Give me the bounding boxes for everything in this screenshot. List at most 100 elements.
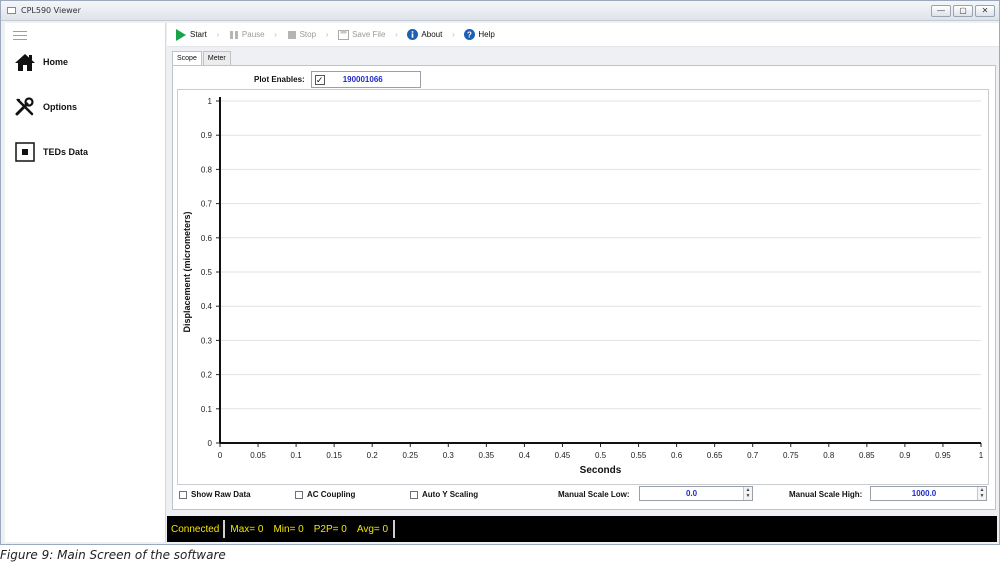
stop-icon: [287, 30, 296, 39]
help-button[interactable]: ? Help: [462, 26, 496, 44]
tab-bar: Scope Meter: [172, 51, 232, 65]
manual-scale-low-value: 0.0: [685, 489, 698, 498]
x-tick-label: 0.7: [747, 451, 759, 460]
plot-enable-value: 190001066: [342, 75, 383, 84]
tab-meter[interactable]: Meter: [202, 51, 231, 65]
manual-scale-low-input[interactable]: 0.0 ▲ ▼: [639, 486, 753, 501]
x-tick-label: 0.05: [250, 451, 266, 460]
help-label: Help: [478, 30, 495, 39]
y-tick-label: 0.1: [201, 405, 213, 414]
x-tick-label: 0: [218, 451, 223, 460]
ac-coupling-checkbox[interactable]: [295, 490, 303, 499]
x-tick-label: 0.3: [443, 451, 455, 460]
toolbar-separator: ›: [395, 30, 398, 39]
stop-button[interactable]: Stop: [285, 26, 318, 44]
sidebar: Home Options TEDs Data: [5, 23, 166, 542]
ac-coupling-label: AC Coupling: [307, 490, 356, 499]
pause-label: Pause: [241, 30, 265, 39]
app-window: CPL590 Viewer — ▢ ✕ Home Options TEDs Da…: [0, 0, 1000, 545]
maximize-button[interactable]: ▢: [953, 5, 973, 17]
manual-scale-high-input[interactable]: 1000.0 ▲ ▼: [870, 486, 987, 501]
x-tick-label: 0.95: [935, 451, 951, 460]
x-tick-label: 0.6: [671, 451, 683, 460]
x-tick-label: 0.8: [823, 451, 835, 460]
status-divider: [393, 520, 396, 538]
scope-chart[interactable]: 0 0.1 0.2 0.3 0.4 0.5 0.6 0.7 0.8 0.9 1 0 0.05 0.1 0.1…: [177, 89, 989, 485]
y-axis-label: Displacement (micrometers): [182, 211, 192, 332]
y-tick-label: 0.6: [201, 234, 213, 243]
x-tick-label: 0.45: [555, 451, 571, 460]
title-bar[interactable]: CPL590 Viewer — ▢ ✕: [1, 1, 999, 21]
y-tick-label: 0.8: [201, 165, 213, 174]
sidebar-item-label: TEDs Data: [43, 147, 89, 157]
window-controls: — ▢ ✕: [931, 5, 995, 17]
window-title: CPL590 Viewer: [21, 6, 81, 15]
show-raw-data-label: Show Raw Data: [191, 490, 251, 499]
show-raw-data-option[interactable]: Show Raw Data: [179, 490, 251, 499]
minimize-button[interactable]: —: [931, 5, 951, 17]
x-axis-label: Seconds: [580, 465, 622, 476]
x-tick-label: 0.75: [783, 451, 799, 460]
plot-enables-field[interactable]: ✓ 190001066: [310, 71, 421, 88]
manual-scale-high-label: Manual Scale High:: [789, 490, 863, 499]
x-tick-label: 0.65: [707, 451, 723, 460]
close-button[interactable]: ✕: [975, 5, 995, 17]
status-bar: Connected Max= 0 Min= 0 P2P= 0 Avg= 0: [167, 516, 997, 542]
start-button[interactable]: Start: [173, 26, 209, 44]
x-tick-label: 0.85: [859, 451, 875, 460]
y-tick-label: 0: [208, 439, 213, 448]
stop-label: Stop: [299, 30, 317, 39]
avg-stat: Avg= 0: [356, 523, 389, 535]
toolbar: Start › Pause › Stop › Save File › About…: [167, 23, 999, 47]
start-label: Start: [190, 30, 207, 39]
y-tick-label: 0.5: [201, 268, 213, 277]
p2p-stat: P2P= 0: [313, 523, 347, 535]
about-button[interactable]: About: [405, 26, 444, 44]
min-stat: Min= 0: [273, 523, 304, 535]
home-icon: [13, 50, 37, 74]
y-tick-label: 0.4: [201, 302, 213, 311]
y-tick-label: 0.7: [201, 200, 213, 209]
plot-enable-checkbox[interactable]: ✓: [314, 74, 325, 85]
auto-y-scaling-option[interactable]: Auto Y Scaling: [410, 490, 478, 499]
x-tick-label: 0.15: [326, 451, 342, 460]
svg-text:?: ?: [467, 31, 472, 40]
play-icon: [176, 28, 186, 41]
toolbar-separator: ›: [216, 30, 220, 39]
auto-y-scaling-checkbox[interactable]: [410, 490, 418, 499]
y-tick-label: 1: [208, 97, 213, 106]
info-icon: [407, 29, 419, 40]
auto-y-scaling-label: Auto Y Scaling: [422, 490, 479, 499]
sidebar-item-label: Home: [43, 57, 69, 67]
tab-scope[interactable]: Scope: [172, 51, 202, 65]
max-stat: Max= 0: [230, 523, 264, 535]
sidebar-item-home[interactable]: Home: [13, 49, 163, 75]
chip-icon: [13, 140, 37, 164]
y-tick-label: 0.9: [201, 131, 213, 140]
save-file-label: Save File: [352, 30, 386, 39]
pause-button[interactable]: Pause: [227, 26, 267, 44]
y-tick-label: 0.2: [201, 371, 213, 380]
plot-enables-label: Plot Enables:: [254, 75, 305, 84]
ac-coupling-option[interactable]: AC Coupling: [295, 490, 355, 499]
x-tick-label: 0.55: [631, 451, 647, 460]
toolbar-separator: ›: [274, 30, 277, 39]
toolbar-separator: ›: [325, 30, 329, 39]
x-tick-label: 0.9: [899, 451, 911, 460]
hamburger-menu-icon[interactable]: [13, 31, 27, 40]
about-label: About: [421, 30, 443, 39]
x-tick-label: 0.5: [595, 451, 607, 460]
help-icon: ?: [464, 29, 476, 40]
show-raw-data-checkbox[interactable]: [179, 490, 187, 499]
x-tick-label: 0.35: [479, 451, 495, 460]
stats-group: Max= 0 Min= 0 P2P= 0 Avg= 0: [225, 524, 393, 535]
manual-scale-high-value: 1000.0: [911, 489, 937, 498]
sidebar-item-label: Options: [43, 102, 77, 112]
sidebar-item-options[interactable]: Options: [13, 94, 163, 120]
x-tick-label: 1: [979, 451, 984, 460]
spinner-arrows-icon[interactable]: ▲ ▼: [977, 487, 986, 500]
save-file-button[interactable]: Save File: [336, 26, 387, 44]
spinner-arrows-icon[interactable]: ▲ ▼: [743, 487, 752, 500]
save-icon: [338, 29, 350, 40]
sidebar-item-teds-data[interactable]: TEDs Data: [13, 139, 163, 165]
